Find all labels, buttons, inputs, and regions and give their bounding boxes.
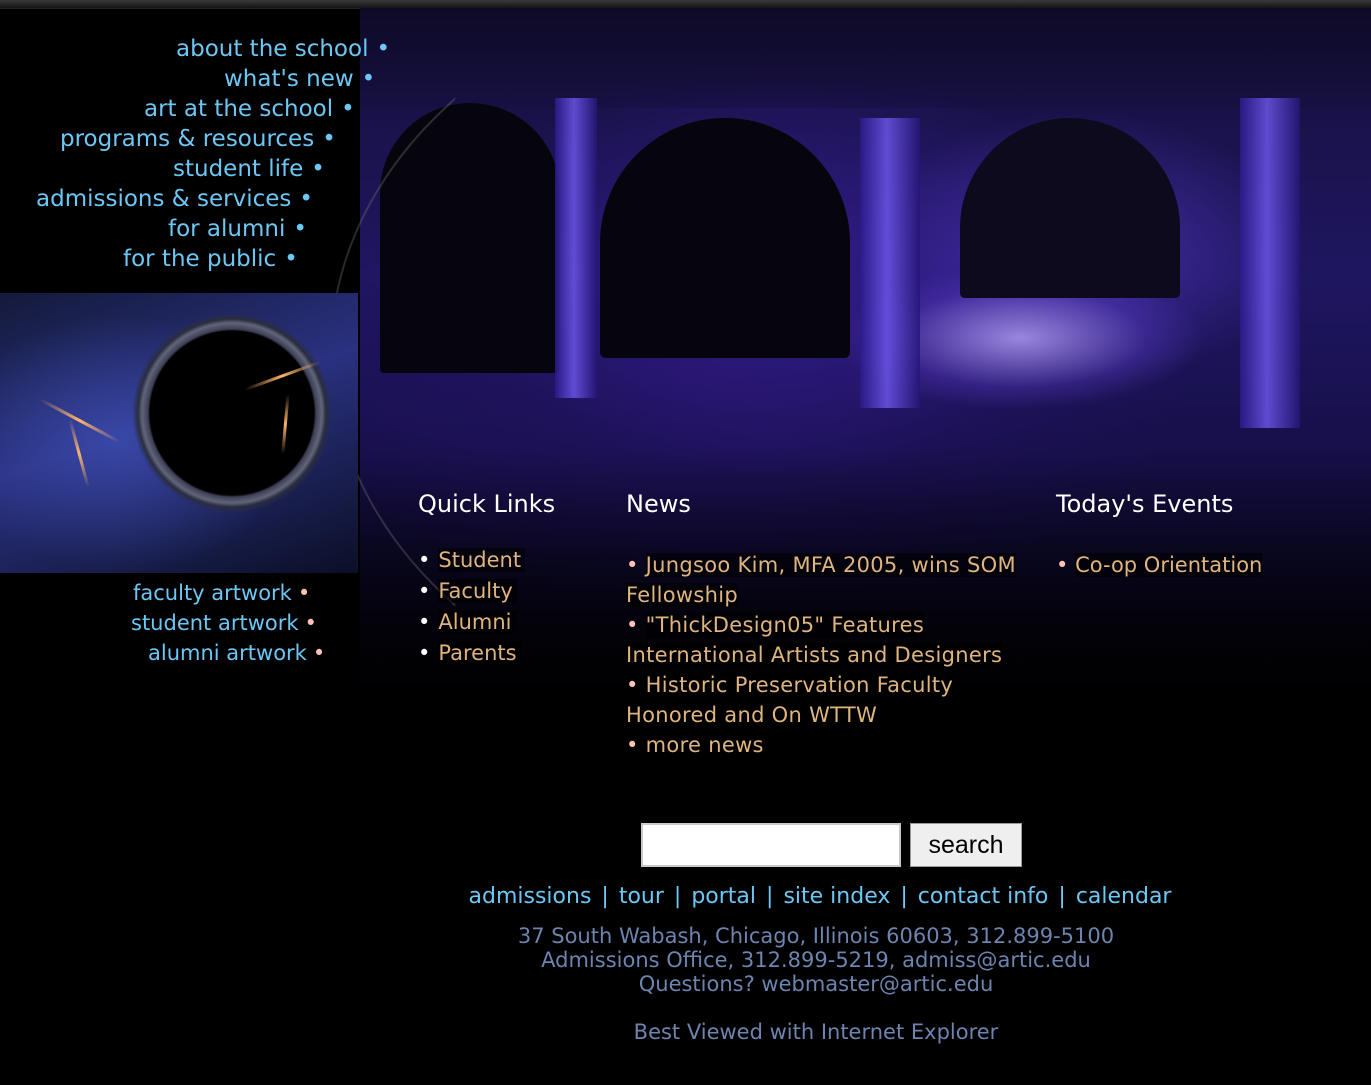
nav-label: art at the school [144,96,334,122]
address-line: 37 South Wabash, Chicago, Illinois 60603… [517,924,1115,948]
nav-bullet: • [341,96,355,122]
faculty-artwork-link[interactable]: faculty artwork • [133,578,310,608]
admissions-office-line: Admissions Office, 312.899-5219, admiss@… [541,948,1091,972]
nav-about-the-school[interactable]: about the school • [176,34,390,64]
footer-link-admissions[interactable]: admissions [469,884,592,909]
footer-link-calendar[interactable]: calendar [1076,884,1172,909]
quick-links-heading: Quick Links [418,490,556,518]
art-link-bullet: • [304,611,317,635]
best-viewed-note: Best Viewed with Internet Explorer [633,1020,999,1044]
alumni-artwork-link[interactable]: alumni artwork • [148,638,325,668]
footer-links: admissions | tour | portal | site index | contac… [0,882,1371,912]
art-link-label: alumni artwork [148,641,307,665]
footer-separator: | [766,884,774,909]
art-link-label: student artwork [131,611,299,635]
nav-label: admissions & services [36,186,292,212]
quick-link-bullet: • [418,548,431,572]
quick-link-alumni[interactable]: • Alumni [418,607,516,637]
quick-link-bullet: • [418,610,431,634]
more-news-link[interactable]: • more news [626,730,1026,760]
nav-label: student life [173,156,304,182]
footer-link-contact-info[interactable]: contact info [918,884,1049,909]
news-bullet: • [626,733,639,757]
student-artwork-link[interactable]: student artwork • [131,608,317,638]
art-link-bullet: • [312,641,326,665]
event-item[interactable]: • Co-op Orientation [1056,550,1263,580]
event-bullet: • [1056,553,1069,577]
news-item[interactable]: • Historic Preservation Faculty Honored … [626,670,1026,730]
address-block: 37 South Wabash, Chicago, Illinois 60603… [0,924,1371,996]
nav-label: for the public [123,246,277,272]
artwork-streak [39,398,121,444]
artwork-streak [68,419,90,488]
events-heading: Today's Events [1056,490,1234,518]
hero-arch-right [960,118,1180,298]
quick-link-label: Alumni [438,610,516,634]
nav-bullet: • [284,246,298,272]
quick-link-student[interactable]: • Student [418,545,526,575]
quick-link-parents[interactable]: • Parents [418,638,521,668]
search-button[interactable]: search [910,823,1022,867]
news-label: Historic Preservation Faculty Honored an… [626,673,954,727]
nav-bullet: • [376,36,391,62]
nav-bullet: • [311,156,325,182]
nav-admissions-services[interactable]: admissions & services • [36,184,313,214]
news-bullet: • [626,613,639,637]
nav-label: about the school [176,36,369,62]
footer-link-tour[interactable]: tour [619,884,664,909]
hero-pillar-1 [555,98,597,398]
featured-artwork-image[interactable] [0,293,358,573]
nav-bullet: • [299,186,313,212]
nav-student-life[interactable]: student life • [173,154,325,184]
hero-pillar-3 [1240,98,1300,428]
event-label: Co-op Orientation [1075,553,1263,577]
news-bullet: • [626,673,639,697]
nav-for-the-public[interactable]: for the public • [123,244,298,274]
artwork-streak [281,394,290,455]
quick-link-label: Parents [438,641,521,665]
nav-label: for alumni [168,216,286,242]
news-item[interactable]: • "ThickDesign05" Features International… [626,610,1026,670]
news-label: "ThickDesign05" Features International A… [626,613,1003,667]
search-input[interactable] [641,823,901,867]
nav-label: what's new [224,66,354,92]
quick-link-label: Faculty [438,579,517,603]
footer-link-portal[interactable]: portal [691,884,756,909]
news-heading: News [626,490,691,518]
footer-separator: | [601,884,609,909]
questions-line: Questions? webmaster@artic.edu [638,972,994,996]
nav-bullet: • [322,126,336,152]
art-link-bullet: • [297,581,311,605]
news-item[interactable]: • Jungsoo Kim, MFA 2005, wins SOM Fellow… [626,550,1026,610]
hero-pillar-2 [860,118,920,408]
footer-separator: | [673,884,682,909]
hero-arch-middle [600,118,850,358]
nav-whats-new[interactable]: what's new • [224,64,375,94]
nav-art-at-the-school[interactable]: art at the school • [144,94,355,124]
nav-label: programs & resources [60,126,315,152]
art-link-label: faculty artwork [133,581,292,605]
footer-separator: | [900,884,908,909]
quick-link-label: Student [438,548,526,572]
quick-link-bullet: • [418,641,431,665]
news-bullet: • [626,553,639,577]
nav-for-alumni[interactable]: for alumni • [168,214,307,244]
news-label: more news [645,733,764,757]
footer-link-site-index[interactable]: site index [783,884,890,909]
quick-link-faculty[interactable]: • Faculty [418,576,517,606]
footer-separator: | [1058,884,1066,909]
nav-bullet: • [361,66,376,92]
quick-link-bullet: • [418,579,431,603]
hero-ceiling [360,8,1371,108]
nav-bullet: • [293,216,307,242]
nav-programs-resources[interactable]: programs & resources • [60,124,336,154]
news-label: Jungsoo Kim, MFA 2005, wins SOM Fellowsh… [626,553,1016,607]
artwork-streak [244,360,321,391]
news-list: • Jungsoo Kim, MFA 2005, wins SOM Fellow… [626,550,1026,760]
page: about the school • what's new • art at the… [0,0,1371,1085]
